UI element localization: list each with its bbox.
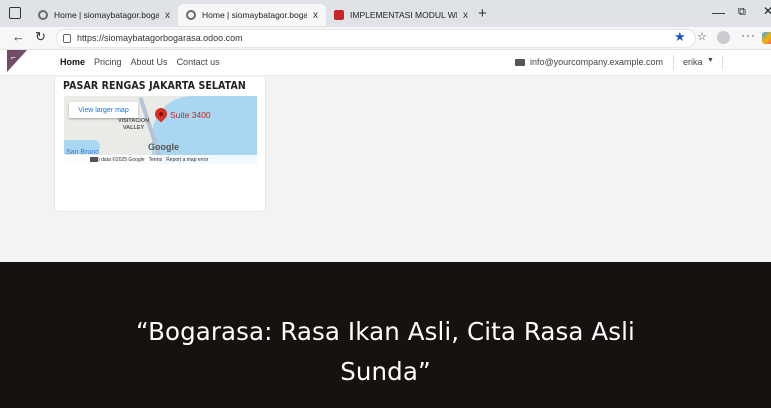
- browser-tab-3[interactable]: IMPLEMENTASI MODUL WEBSITE x: [326, 4, 476, 26]
- profile-icon[interactable]: [717, 31, 730, 44]
- close-tab-icon[interactable]: x: [313, 10, 318, 21]
- copilot-icon[interactable]: [762, 32, 771, 44]
- minimize-icon[interactable]: —: [712, 5, 725, 20]
- map-data-attribution: Map data ©2025 Google: [90, 156, 145, 163]
- browser-tab-1[interactable]: Home | siomaybatagor.bogarasa x: [30, 4, 178, 26]
- divider: [722, 55, 723, 70]
- menu-item-contact-us[interactable]: Contact us: [177, 57, 220, 67]
- browser-tab-2[interactable]: Home | siomaybatagor.bogarasa x: [178, 4, 326, 26]
- map-area-label-line: VALLEY: [122, 125, 145, 131]
- menu-item-about-us[interactable]: About Us: [131, 57, 168, 67]
- close-tab-icon[interactable]: x: [165, 10, 170, 21]
- close-window-icon[interactable]: ✕: [763, 4, 771, 18]
- tab-strip: Home | siomaybatagor.bogarasa x Home | s…: [0, 0, 771, 27]
- banner-quote-line-2: Sunda”: [340, 357, 431, 386]
- restore-icon[interactable]: ⧉: [738, 6, 746, 19]
- banner-quote-line-1: “Bogarasa: Rasa Ikan Asli, Cita Rasa Asl…: [136, 317, 635, 346]
- map-area-label: VISITACION VALLEY: [118, 118, 149, 132]
- tab-title: Home | siomaybatagor.bogarasa: [202, 10, 307, 20]
- site-logo[interactable]: [7, 50, 27, 72]
- tab-title: IMPLEMENTASI MODUL WEBSITE: [350, 10, 457, 20]
- close-tab-icon[interactable]: x: [463, 10, 468, 21]
- tab-title: Home | siomaybatagor.bogarasa: [54, 10, 159, 20]
- map-pin-dot: [159, 112, 163, 116]
- embedded-map[interactable]: View larger map VISITACION VALLEY Suite …: [64, 96, 257, 164]
- pdf-favicon-icon: [334, 10, 344, 20]
- logo-mark-icon: ⌐: [11, 53, 16, 62]
- location-title: PASAR RENGAS JAKARTA SELATAN: [63, 79, 246, 92]
- quote-banner: “Bogarasa: Rasa Ikan Asli, Cita Rasa Asl…: [0, 262, 771, 408]
- banner-quote: “Bogarasa: Rasa Ikan Asli, Cita Rasa Asl…: [0, 312, 771, 392]
- page-content: PASAR RENGAS JAKARTA SELATAN View larger…: [0, 77, 771, 262]
- site-header: ⌐ Home Pricing About Us Contact us info@…: [0, 50, 771, 76]
- back-arrow-icon[interactable]: ←: [12, 29, 25, 44]
- menu-item-pricing[interactable]: Pricing: [94, 57, 122, 67]
- view-larger-map-link[interactable]: View larger map: [69, 102, 138, 118]
- contact-email-link[interactable]: info@yourcompany.example.com: [530, 57, 663, 67]
- report-map-error-link[interactable]: Report a map error: [166, 157, 208, 163]
- browser-window: Home | siomaybatagor.bogarasa x Home | s…: [0, 0, 771, 408]
- user-menu[interactable]: erika: [683, 57, 703, 67]
- new-tab-button[interactable]: +: [478, 4, 487, 24]
- envelope-icon: [515, 59, 525, 66]
- address-bar: ← ↻ https://siomaybatagorbogarasa.odoo.c…: [0, 27, 771, 50]
- lock-icon[interactable]: [63, 34, 71, 43]
- reload-icon[interactable]: ↻: [35, 29, 46, 45]
- favorites-icon[interactable]: ☆: [697, 30, 707, 43]
- tab-actions-icon[interactable]: [9, 7, 21, 19]
- menu-item-home[interactable]: Home: [60, 57, 85, 67]
- map-pin-label: Suite 3400: [170, 110, 211, 120]
- map-water: [152, 96, 257, 164]
- chevron-down-icon[interactable]: ▼: [707, 57, 714, 64]
- google-logo: Google: [148, 142, 179, 152]
- odoo-favicon-icon: [38, 10, 48, 20]
- divider: [673, 55, 674, 70]
- url-field[interactable]: https://siomaybatagorbogarasa.odoo.com: [56, 29, 696, 48]
- odoo-favicon-icon: [186, 10, 196, 20]
- location-card: PASAR RENGAS JAKARTA SELATAN View larger…: [54, 77, 266, 212]
- keyboard-shortcuts-icon[interactable]: [90, 157, 98, 162]
- more-options-icon[interactable]: ···: [741, 28, 756, 42]
- main-menu: Home Pricing About Us Contact us: [60, 57, 220, 67]
- favorite-star-icon[interactable]: ★: [674, 29, 686, 45]
- url-text: https://siomaybatagorbogarasa.odoo.com: [77, 33, 243, 43]
- map-terms-link[interactable]: Terms: [149, 157, 163, 163]
- map-attribution-bar: Map data ©2025 Google Terms Report a map…: [64, 155, 257, 164]
- map-area-label-line: VISITACION: [118, 118, 150, 124]
